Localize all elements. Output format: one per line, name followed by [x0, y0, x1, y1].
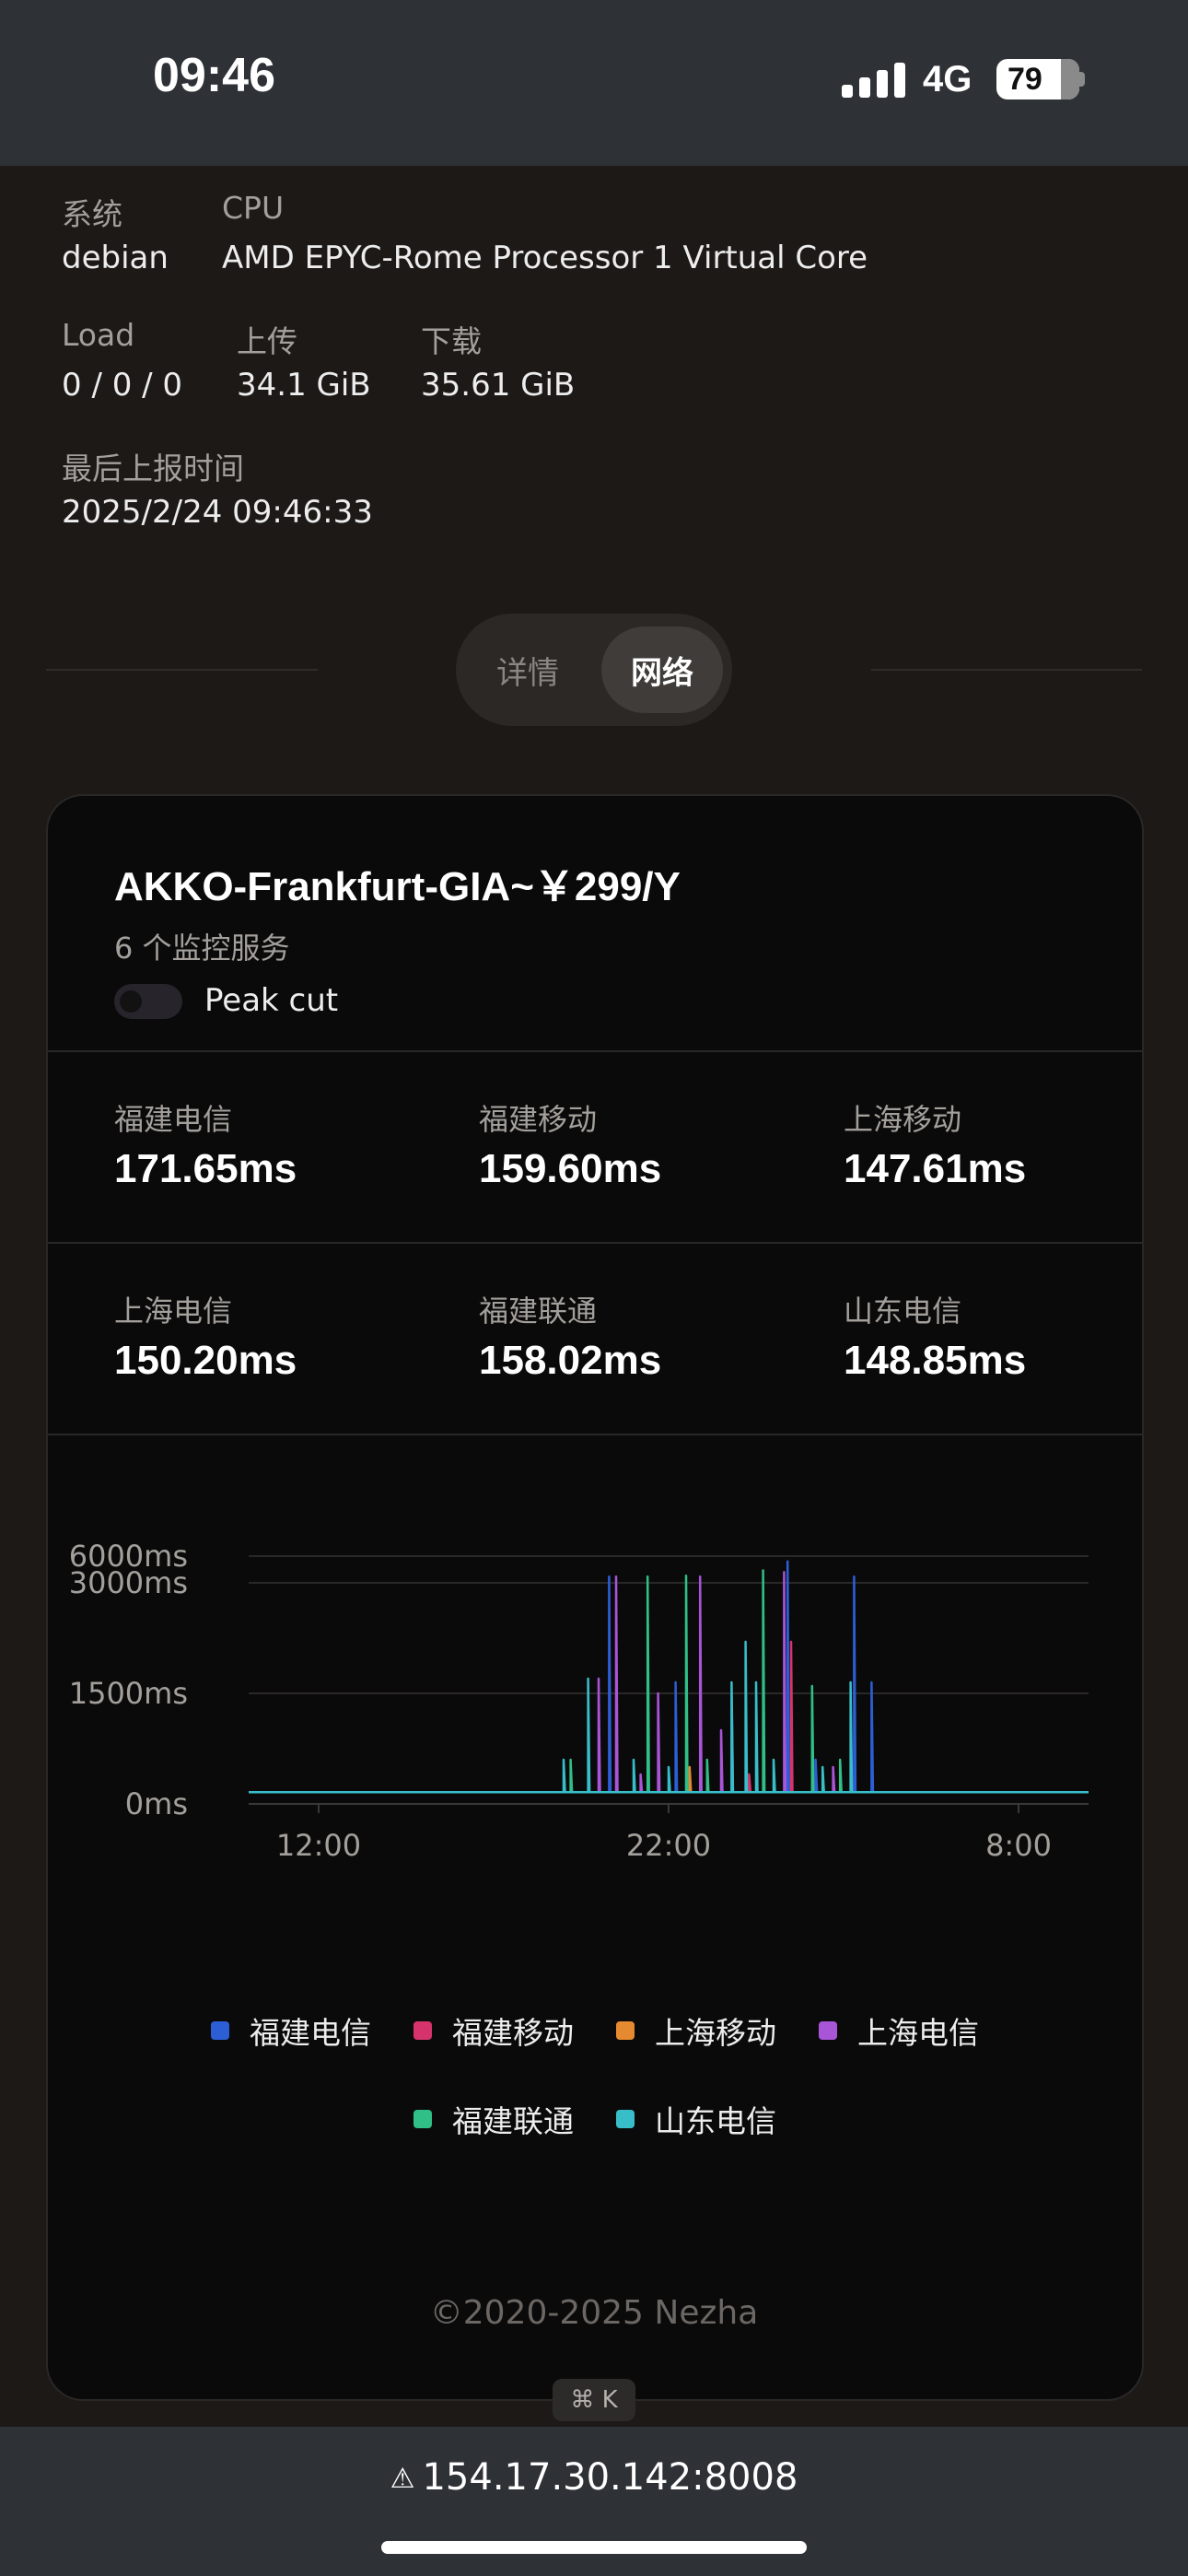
cpu-value: AMD EPYC-Rome Processor 1 Virtual Core: [222, 240, 868, 276]
monitor-count: 6 个监控服务: [114, 931, 290, 966]
card-divider: [48, 1434, 1142, 1435]
battery-level: 79: [1007, 61, 1042, 97]
stat-value: 159.60ms: [479, 1146, 662, 1191]
tab-network[interactable]: 网络: [601, 626, 723, 713]
legend-item[interactable]: 福建移动: [413, 2008, 574, 2053]
stat-label: 上海电信: [114, 1294, 233, 1329]
last-report-label: 最后上报时间: [62, 451, 244, 486]
stat-label: 福建电信: [114, 1102, 233, 1137]
network-type: 4G: [923, 59, 973, 100]
last-report-value: 2025/2/24 09:46:33: [62, 494, 373, 531]
legend-swatch: [413, 2021, 432, 2040]
legend-label: 福建电信: [250, 2015, 371, 2051]
cpu-label: CPU: [222, 190, 285, 226]
peak-cut-label: Peak cut: [204, 982, 339, 1019]
legend-item[interactable]: 山东电信: [616, 2097, 776, 2141]
load-value: 0 / 0 / 0: [62, 367, 183, 404]
status-bar: 09:46 4G 79: [0, 0, 1188, 166]
legend-row-2: 福建联通 山东电信: [48, 2097, 1142, 2141]
server-name: AKKO-Frankfurt-GIA~￥299/Y: [114, 864, 681, 909]
x-tick-label: 8:00: [985, 1828, 1052, 1863]
url-display[interactable]: ⚠ 154.17.30.142:8008: [0, 2456, 1188, 2499]
legend-swatch: [413, 2110, 432, 2128]
network-card: AKKO-Frankfurt-GIA~￥299/Y 6 个监控服务 Peak c…: [46, 794, 1144, 2401]
latency-chart: 6000ms3000ms1500ms0ms12:00 22:00 8:00: [69, 1539, 1089, 1863]
browser-url-bar: ⚠ 154.17.30.142:8008: [0, 2427, 1188, 2576]
stat-item: 福建移动 159.60ms: [479, 1096, 661, 1192]
x-tick-label: 22:00: [626, 1828, 711, 1863]
series-line: [249, 1640, 1089, 1794]
stat-item: 上海移动 147.61ms: [844, 1096, 1026, 1192]
battery-tip: [1079, 72, 1085, 87]
legend-label: 上海移动: [655, 2015, 776, 2051]
x-tick-label: 12:00: [276, 1828, 361, 1863]
stat-label: 山东电信: [844, 1294, 962, 1329]
load-label: Load: [62, 317, 135, 353]
stat-value: 147.61ms: [844, 1146, 1027, 1191]
legend-swatch: [211, 2021, 229, 2040]
legend-row-1: 福建电信 福建移动 上海移动 上海电信: [48, 2008, 1142, 2053]
y-tick-label: 1500ms: [69, 1676, 188, 1711]
series-line: [249, 1569, 1089, 1794]
legend-swatch: [616, 2021, 635, 2040]
stat-value: 158.02ms: [479, 1338, 662, 1383]
download-value: 35.61 GiB: [421, 367, 576, 404]
legend-label: 山东电信: [655, 2103, 776, 2139]
series-line: [249, 1571, 1089, 1794]
status-time: 09:46: [153, 49, 275, 102]
tab-switcher: 详情 网络: [456, 614, 732, 726]
legend-label: 福建移动: [452, 2015, 574, 2051]
upload-value: 34.1 GiB: [237, 367, 371, 404]
warning-icon: ⚠: [390, 2463, 415, 2495]
stat-item: 福建电信 171.65ms: [114, 1096, 297, 1192]
series-line: [249, 1560, 1089, 1794]
tab-detail[interactable]: 详情: [465, 626, 590, 713]
toggle-knob: [120, 990, 142, 1013]
legend-label: 上海电信: [857, 2015, 979, 2051]
stat-label: 福建联通: [479, 1294, 598, 1329]
stat-label: 上海移动: [844, 1102, 962, 1137]
legend-item[interactable]: 上海移动: [616, 2008, 776, 2053]
home-indicator[interactable]: [381, 2541, 807, 2554]
divider-left: [46, 669, 318, 671]
stat-item: 山东电信 148.85ms: [844, 1288, 1026, 1384]
main-content: 系统 debian CPU AMD EPYC-Rome Processor 1 …: [0, 166, 1188, 2427]
stat-item: 上海电信 150.20ms: [114, 1288, 297, 1384]
legend-item[interactable]: 上海电信: [819, 2008, 979, 2053]
download-label: 下载: [421, 323, 482, 359]
y-tick-label: 0ms: [125, 1786, 188, 1821]
legend-item[interactable]: 福建电信: [211, 2008, 371, 2053]
footer-copyright: ©2020-2025 Nezha: [429, 2294, 759, 2332]
stat-label: 福建移动: [479, 1102, 598, 1137]
system-label: 系统: [62, 196, 122, 232]
stat-value: 148.85ms: [844, 1338, 1027, 1383]
stat-value: 150.20ms: [114, 1338, 297, 1383]
legend-label: 福建联通: [452, 2103, 574, 2139]
command-k-shortcut[interactable]: ⌘ K: [553, 2379, 635, 2421]
card-divider: [48, 1242, 1142, 1244]
signal-icon: [842, 63, 906, 98]
divider-right: [871, 669, 1142, 671]
card-divider: [48, 1050, 1142, 1052]
upload-label: 上传: [237, 323, 297, 359]
battery-icon: 79: [996, 59, 1079, 100]
system-value: debian: [62, 240, 169, 276]
legend-swatch: [819, 2021, 837, 2040]
legend-item[interactable]: 福建联通: [413, 2097, 574, 2141]
peak-cut-toggle[interactable]: [114, 984, 182, 1019]
url-text: 154.17.30.142:8008: [422, 2456, 798, 2499]
stat-item: 福建联通 158.02ms: [479, 1288, 661, 1384]
legend-swatch: [616, 2110, 635, 2128]
stat-value: 171.65ms: [114, 1146, 297, 1191]
y-tick-label: 3000ms: [69, 1565, 188, 1600]
